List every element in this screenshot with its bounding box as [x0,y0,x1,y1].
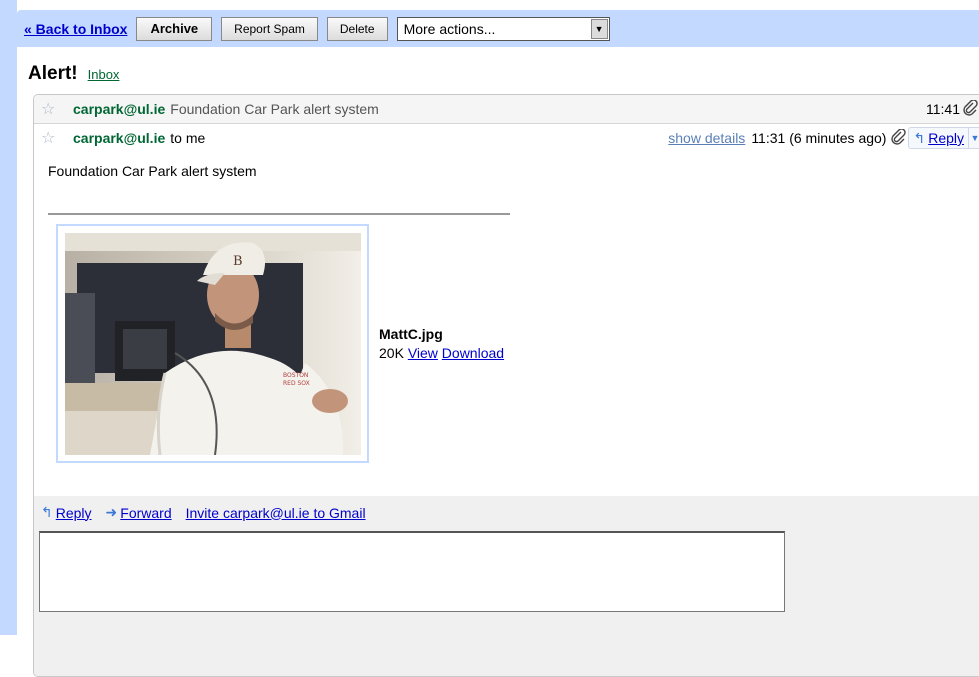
left-frame-bar [0,0,17,635]
attachment-photo: B BOSTON RED SOX [65,233,361,455]
more-actions-select[interactable]: More actions... ▼ [396,16,610,41]
back-to-inbox-link[interactable]: « Back to Inbox [24,21,127,37]
open-message-header: ☆ carpark@ul.ie to me show details 11:31… [34,124,979,151]
footer-forward-link[interactable]: ➜ Forward [106,504,172,521]
star-icon[interactable]: ☆ [41,128,61,148]
subject-row: Alert! Inbox [28,63,119,85]
forward-arrow-icon: ➜ [105,504,118,520]
message-time: 11:41 [926,101,960,117]
attachment-download-link[interactable]: Download [442,345,504,361]
star-icon[interactable]: ☆ [41,99,61,119]
message-datetime: 11:31 (6 minutes ago) [751,130,887,146]
footer-reply-link[interactable]: ↰ Reply [41,504,92,521]
reply-area: ↰ Reply ➜ Forward Invite carpark@ul.ie t… [34,496,979,676]
svg-text:BOSTON: BOSTON [283,372,308,379]
inbox-label-link[interactable]: Inbox [88,67,120,82]
toolbar: « Back to Inbox Archive Report Spam Dele… [17,10,979,47]
reply-arrow-icon: ↰ [41,504,53,520]
reply-button[interactable]: ↰ Reply [908,127,968,149]
conversation-view: Alert! Inbox ☆ carpark@ul.ie Foundation … [17,47,979,677]
collapsed-message[interactable]: ☆ carpark@ul.ie Foundation Car Park aler… [34,95,979,124]
delete-button[interactable]: Delete [326,16,388,41]
message-recipient: to me [170,129,206,146]
report-spam-button[interactable]: Report Spam [221,16,318,41]
invite-label: Invite carpark@ul.ie to Gmail [185,504,366,521]
message-header-right: show details 11:31 (6 minutes ago) ↰ Rep… [668,127,979,149]
attachment-view-link[interactable]: View [408,345,438,361]
more-actions-value: More actions... [403,20,496,37]
show-details-link[interactable]: show details [668,130,745,146]
reply-arrow-icon: ↰ [913,129,926,146]
message-sender: carpark@ul.ie [73,129,166,146]
message-snippet: Foundation Car Park alert system [170,101,379,117]
reply-links: ↰ Reply ➜ Forward Invite carpark@ul.ie t… [41,504,380,521]
paperclip-icon [962,98,978,119]
paperclip-icon [890,127,907,148]
attachment-thumbnail[interactable]: B BOSTON RED SOX [56,224,369,463]
conversation-subject: Alert! [28,63,78,84]
svg-text:B: B [233,254,243,269]
attachment-meta: 20K View Download [379,344,504,363]
svg-text:RED SOX: RED SOX [283,380,310,387]
message-body: Foundation Car Park alert system [48,163,257,179]
footer-reply-label: Reply [55,504,92,521]
attachment-divider [48,213,510,215]
message-thread: ☆ carpark@ul.ie Foundation Car Park aler… [33,94,979,677]
archive-button[interactable]: Archive [136,16,213,41]
attachment-size: 20K [379,345,404,361]
reply-options-dropdown[interactable]: ▼ [968,127,979,149]
footer-forward-label: Forward [120,504,172,521]
message-sender: carpark@ul.ie [73,101,166,117]
attachment-filename: MattC.jpg [379,326,443,342]
attachment-info: MattC.jpg 20K View Download [379,325,504,363]
quick-reply-textarea[interactable] [39,531,785,612]
reply-button-label: Reply [928,130,964,146]
dropdown-arrow-icon: ▼ [590,18,608,39]
invite-link[interactable]: Invite carpark@ul.ie to Gmail [186,505,366,521]
